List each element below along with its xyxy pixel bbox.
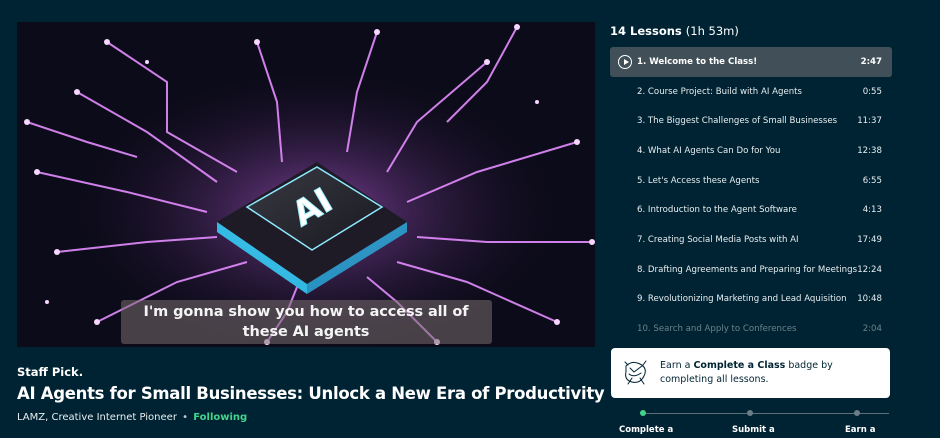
lesson-title: 1. Welcome to the Class! — [637, 56, 758, 67]
badge-progress-stepper: Complete a Submit a Earn a — [611, 405, 890, 438]
play-icon — [618, 54, 632, 69]
video-player[interactable]: AI I'm gonna show you how to access all … — [17, 22, 595, 347]
stepper-track — [643, 412, 889, 414]
lesson-duration: 2:47 — [860, 56, 882, 67]
lesson-duration: 11:37 — [857, 116, 882, 127]
lesson-title: 9. Revolutionizing Marketing and Lead Aq… — [637, 294, 847, 305]
author-name[interactable]: LAMZ, Creative Internet Pioneer — [17, 412, 177, 423]
separator-dot: • — [182, 412, 189, 423]
caption-text: I'm gonna show you how to access all of … — [120, 300, 492, 344]
lesson-item[interactable]: 2. Course Project: Build with AI Agents … — [610, 77, 892, 107]
video-frame-image: AI — [17, 22, 595, 347]
lesson-item[interactable]: 9. Revolutionizing Marketing and Lead Aq… — [610, 285, 892, 315]
step-label: Earn a — [845, 425, 876, 435]
lesson-list[interactable]: 1. Welcome to the Class! 2:47 2. Course … — [610, 47, 892, 337]
lesson-item[interactable]: 5. Let's Access these Agents 6:55 — [610, 166, 892, 196]
lesson-duration: 6:55 — [862, 175, 882, 186]
video-caption: I'm gonna show you how to access all of … — [17, 300, 595, 344]
course-title: AI Agents for Small Businesses: Unlock a… — [17, 384, 605, 403]
following-button[interactable]: Following — [193, 412, 247, 423]
lesson-item[interactable]: 8. Drafting Agreements and Preparing for… — [610, 255, 892, 285]
lesson-duration: 4:13 — [862, 205, 882, 216]
lesson-item[interactable]: 6. Introduction to the Agent Software 4:… — [610, 195, 892, 225]
step-dot-active — [640, 410, 646, 416]
lesson-title: 2. Course Project: Build with AI Agents — [637, 86, 803, 97]
lessons-header: 14 Lessons (1h 53m) — [610, 24, 739, 38]
lesson-duration: 17:49 — [857, 234, 882, 245]
badge-name: Complete a Class — [693, 360, 786, 371]
lesson-count: 14 Lessons — [610, 24, 682, 38]
lesson-item[interactable]: 3. The Biggest Challenges of Small Busin… — [610, 106, 892, 136]
lesson-duration: 12:24 — [857, 264, 882, 275]
badge-card: Earn a Complete a Class badge by complet… — [611, 348, 890, 398]
lesson-title: 5. Let's Access these Agents — [637, 175, 760, 186]
lesson-title: 6. Introduction to the Agent Software — [637, 205, 797, 216]
badge-text-start: Earn a — [660, 360, 694, 371]
staff-pick-label: Staff Pick. — [17, 365, 84, 379]
lesson-title: 3. The Biggest Challenges of Small Busin… — [637, 116, 838, 127]
total-duration: (1h 53m) — [685, 24, 739, 38]
lesson-duration: 10:48 — [857, 294, 882, 305]
step-label: Complete a — [619, 425, 674, 435]
step-dot — [854, 410, 860, 416]
lesson-duration: 2:04 — [862, 324, 882, 335]
lesson-item[interactable]: 7. Creating Social Media Posts with AI 1… — [610, 225, 892, 255]
step-label: Submit a — [732, 425, 775, 435]
author-line: LAMZ, Creative Internet Pioneer • Follow… — [17, 412, 247, 423]
lesson-title: 8. Drafting Agreements and Preparing for… — [637, 264, 858, 275]
lesson-title: 10. Search and Apply to Conferences — [637, 324, 797, 335]
lesson-title: 7. Creating Social Media Posts with AI — [637, 234, 799, 245]
lesson-title: 4. What AI Agents Can Do for You — [637, 145, 781, 156]
lesson-item[interactable]: 1. Welcome to the Class! 2:47 — [610, 47, 892, 77]
lesson-duration: 0:55 — [862, 86, 882, 97]
badge-doodle-icon — [624, 360, 647, 385]
lesson-duration: 12:38 — [857, 145, 882, 156]
step-dot — [747, 410, 753, 416]
badge-description: Earn a Complete a Class badge by complet… — [660, 359, 882, 387]
lesson-item[interactable]: 10. Search and Apply to Conferences 2:04 — [610, 314, 892, 337]
lesson-item[interactable]: 4. What AI Agents Can Do for You 12:38 — [610, 136, 892, 166]
